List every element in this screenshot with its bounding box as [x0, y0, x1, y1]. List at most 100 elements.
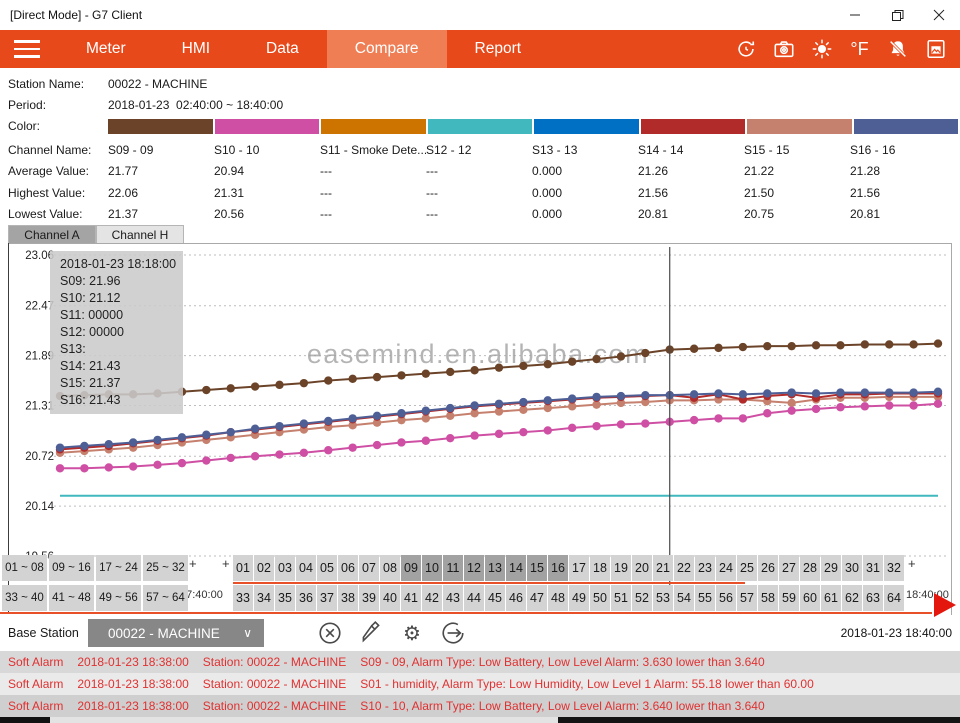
menu-item-data[interactable]: Data	[238, 30, 327, 68]
channel-button-14[interactable]: 14	[506, 555, 526, 581]
channel-button-35[interactable]: 35	[275, 585, 295, 611]
channel-button-36[interactable]: 36	[296, 585, 316, 611]
channel-button-30[interactable]: 30	[842, 555, 862, 581]
channel-button-39[interactable]: 39	[359, 585, 379, 611]
channel-button-21[interactable]: 21	[653, 555, 673, 581]
channel-button-57[interactable]: 57	[737, 585, 757, 611]
channel-button-17[interactable]: 17	[569, 555, 589, 581]
export-arrow-icon[interactable]	[439, 619, 467, 647]
channel-button-48[interactable]: 48	[548, 585, 568, 611]
channel-button-41[interactable]: 41	[401, 585, 421, 611]
channel-button-28[interactable]: 28	[800, 555, 820, 581]
alarm-mute-icon[interactable]	[883, 36, 912, 62]
channel-button-13[interactable]: 13	[485, 555, 505, 581]
channel-button-26[interactable]: 26	[758, 555, 778, 581]
channel-button-46[interactable]: 46	[506, 585, 526, 611]
camera-icon[interactable]	[769, 36, 798, 62]
image-gallery-icon[interactable]	[921, 36, 950, 62]
channel-button-59[interactable]: 59	[779, 585, 799, 611]
channel-button-42[interactable]: 42	[422, 585, 442, 611]
expand-plus-right[interactable]: +	[908, 556, 916, 571]
channel-button-40[interactable]: 40	[380, 585, 400, 611]
channel-button-02[interactable]: 02	[254, 555, 274, 581]
channel-button-09[interactable]: 09	[401, 555, 421, 581]
menu-item-report[interactable]: Report	[447, 30, 550, 68]
channel-button-20[interactable]: 20	[632, 555, 652, 581]
alarm-row[interactable]: Soft Alarm 2018-01-23 18:38:00 Station: …	[0, 651, 960, 673]
channel-button-49[interactable]: 49	[569, 585, 589, 611]
channel-button-64[interactable]: 64	[884, 585, 904, 611]
channel-group-17-24[interactable]: 17 ~ 24	[96, 555, 141, 581]
base-station-dropdown[interactable]: 00022 - MACHINE ∨	[88, 619, 264, 647]
menu-item-compare[interactable]: Compare	[327, 30, 447, 68]
channel-button-52[interactable]: 52	[632, 585, 652, 611]
channel-button-31[interactable]: 31	[863, 555, 883, 581]
channel-button-44[interactable]: 44	[464, 585, 484, 611]
channel-button-53[interactable]: 53	[653, 585, 673, 611]
channel-button-11[interactable]: 11	[443, 555, 463, 581]
channel-group-57-64[interactable]: 57 ~ 64	[143, 585, 188, 611]
channel-group-25-32[interactable]: 25 ~ 32	[143, 555, 188, 581]
channel-button-61[interactable]: 61	[821, 585, 841, 611]
channel-button-58[interactable]: 58	[758, 585, 778, 611]
channel-button-16[interactable]: 16	[548, 555, 568, 581]
channel-button-37[interactable]: 37	[317, 585, 337, 611]
channel-button-56[interactable]: 56	[716, 585, 736, 611]
channel-button-08[interactable]: 08	[380, 555, 400, 581]
hamburger-menu-icon[interactable]	[0, 30, 58, 68]
channel-button-05[interactable]: 05	[317, 555, 337, 581]
channel-button-03[interactable]: 03	[275, 555, 295, 581]
edit-pencil-icon[interactable]	[357, 619, 385, 647]
sync-icon[interactable]	[731, 36, 760, 62]
channel-button-10[interactable]: 10	[422, 555, 442, 581]
brightness-icon[interactable]	[807, 36, 836, 62]
channel-button-12[interactable]: 12	[464, 555, 484, 581]
channel-button-01[interactable]: 01	[233, 555, 253, 581]
close-button[interactable]	[918, 0, 960, 30]
minimize-button[interactable]	[834, 0, 876, 30]
expand-plus-left[interactable]: +	[189, 556, 197, 571]
channel-button-45[interactable]: 45	[485, 585, 505, 611]
channel-group-49-56[interactable]: 49 ~ 56	[96, 585, 141, 611]
channel-button-34[interactable]: 34	[254, 585, 274, 611]
channel-group-01-08[interactable]: 01 ~ 08	[2, 555, 47, 581]
channel-button-32[interactable]: 32	[884, 555, 904, 581]
menu-item-meter[interactable]: Meter	[58, 30, 154, 68]
tab-channel-h[interactable]: Channel H	[96, 225, 184, 243]
channel-button-27[interactable]: 27	[779, 555, 799, 581]
alarm-row[interactable]: Soft Alarm 2018-01-23 18:38:00 Station: …	[0, 695, 960, 717]
channel-button-38[interactable]: 38	[338, 585, 358, 611]
channel-button-47[interactable]: 47	[527, 585, 547, 611]
channel-button-06[interactable]: 06	[338, 555, 358, 581]
menu-item-hmi[interactable]: HMI	[154, 30, 238, 68]
channel-button-63[interactable]: 63	[863, 585, 883, 611]
clear-button[interactable]	[316, 619, 344, 647]
fahrenheit-icon[interactable]: °F	[845, 36, 874, 62]
channel-button-18[interactable]: 18	[590, 555, 610, 581]
channel-button-19[interactable]: 19	[611, 555, 631, 581]
channel-button-55[interactable]: 55	[695, 585, 715, 611]
channel-button-25[interactable]: 25	[737, 555, 757, 581]
scroll-right-arrow[interactable]	[934, 593, 956, 617]
channel-button-33[interactable]: 33	[233, 585, 253, 611]
channel-group-41-48[interactable]: 41 ~ 48	[49, 585, 94, 611]
channel-button-29[interactable]: 29	[821, 555, 841, 581]
channel-button-23[interactable]: 23	[695, 555, 715, 581]
channel-button-43[interactable]: 43	[443, 585, 463, 611]
channel-group-33-40[interactable]: 33 ~ 40	[2, 585, 47, 611]
alarm-row[interactable]: Soft Alarm 2018-01-23 18:38:00 Station: …	[0, 673, 960, 695]
channel-button-50[interactable]: 50	[590, 585, 610, 611]
channel-button-04[interactable]: 04	[296, 555, 316, 581]
channel-button-54[interactable]: 54	[674, 585, 694, 611]
expand-plus-mid[interactable]: +	[222, 556, 230, 571]
channel-group-09-16[interactable]: 09 ~ 16	[49, 555, 94, 581]
channel-button-22[interactable]: 22	[674, 555, 694, 581]
settings-gear-icon[interactable]: ⚙	[398, 619, 426, 647]
tab-channel-a[interactable]: Channel A	[8, 225, 96, 243]
channel-button-15[interactable]: 15	[527, 555, 547, 581]
channel-button-51[interactable]: 51	[611, 585, 631, 611]
channel-button-24[interactable]: 24	[716, 555, 736, 581]
channel-button-62[interactable]: 62	[842, 585, 862, 611]
channel-button-07[interactable]: 07	[359, 555, 379, 581]
maximize-button[interactable]	[876, 0, 918, 30]
